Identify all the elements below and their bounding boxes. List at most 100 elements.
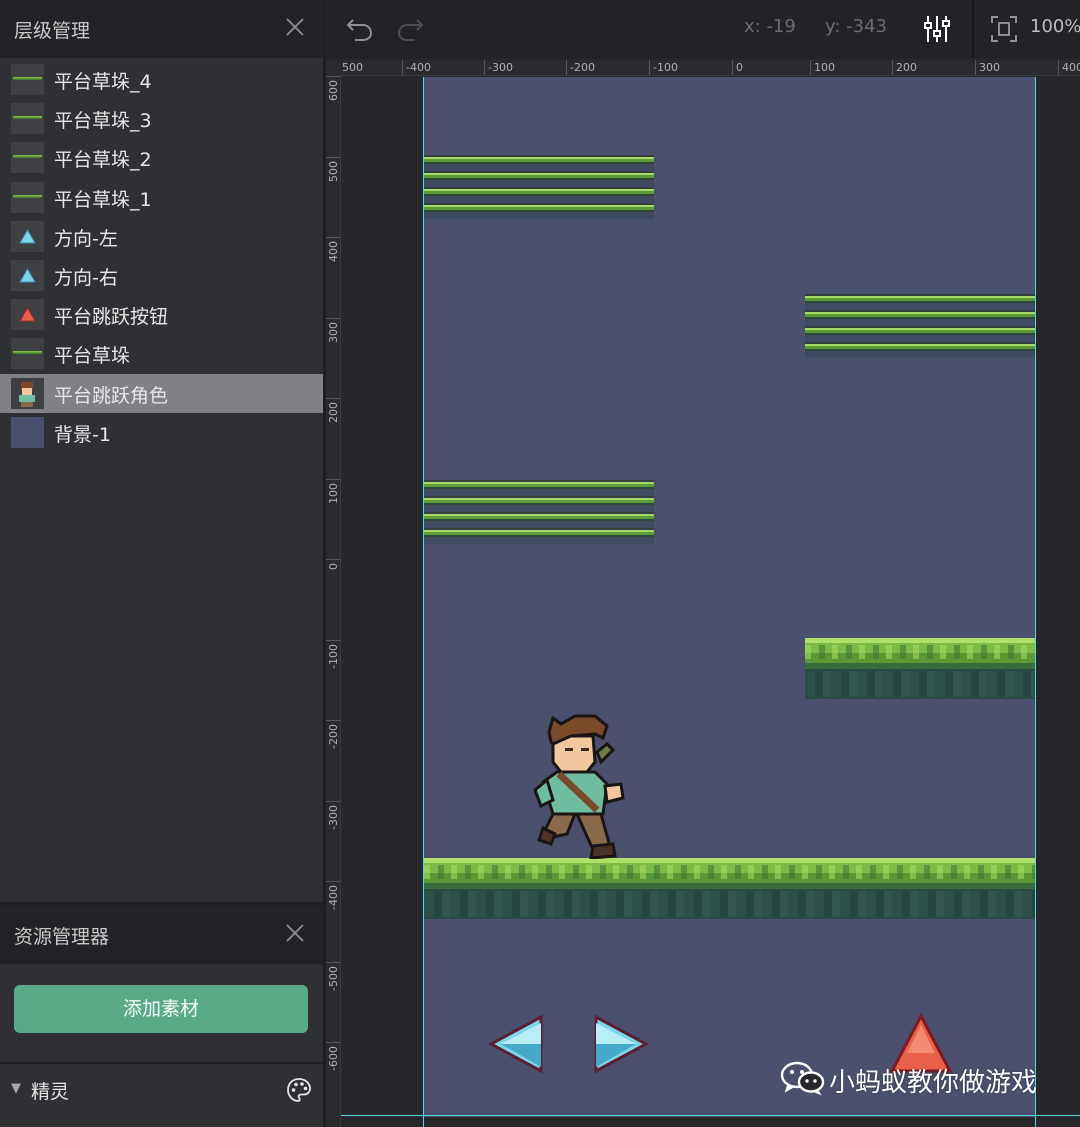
ruler-tick-label: 600 bbox=[327, 80, 340, 101]
ruler-tick: 100 bbox=[810, 60, 835, 75]
left-arrow-button-icon[interactable] bbox=[487, 1013, 545, 1075]
ruler-tick: 200 bbox=[326, 398, 340, 479]
ruler-tick-label: -500 bbox=[327, 965, 340, 991]
blue-triangle-icon bbox=[11, 259, 44, 291]
ruler-tick: 0 bbox=[326, 559, 340, 640]
ruler-tick-label: 200 bbox=[327, 402, 340, 423]
ruler-tick: 500 bbox=[326, 156, 340, 238]
ruler-tick-label: -400 bbox=[406, 61, 431, 74]
layer-item[interactable]: 方向-左 bbox=[0, 217, 323, 256]
ruler-tick-label: 400 bbox=[1062, 61, 1080, 74]
layer-item-label: 平台草垛_3 bbox=[54, 110, 152, 133]
ruler-tick-label: -200 bbox=[570, 61, 595, 74]
layer-item[interactable]: 平台跳跃按钮 bbox=[0, 295, 323, 334]
layer-item-label: 方向-右 bbox=[54, 266, 118, 289]
layer-item[interactable]: 方向-右 bbox=[0, 256, 323, 295]
layer-item[interactable]: 平台草垛_2 bbox=[0, 138, 323, 177]
fit-frame-icon[interactable] bbox=[988, 13, 1020, 45]
caret-down-icon[interactable]: ▼ bbox=[11, 1081, 21, 1096]
zoom-level[interactable]: 100% bbox=[1030, 16, 1080, 37]
layer-item[interactable]: 平台草垛_3 bbox=[0, 99, 323, 138]
grass-thumbnail-icon bbox=[11, 338, 44, 370]
layer-item-label: 平台草垛 bbox=[54, 345, 131, 368]
layer-item[interactable]: 平台草垛 bbox=[0, 334, 323, 373]
grass-thumbnail-icon bbox=[11, 142, 44, 174]
watermark-text: 小蚂蚁教你做游戏 bbox=[829, 1068, 1038, 1098]
layer-item[interactable]: 平台草垛_4 bbox=[0, 60, 323, 99]
ruler-tick: -600 bbox=[326, 1042, 340, 1123]
ruler-tick-label: -400 bbox=[327, 885, 340, 910]
ruler-tick-label: -100 bbox=[653, 61, 678, 74]
stage-guide-left bbox=[423, 77, 424, 1127]
scene-canvas[interactable] bbox=[341, 77, 1080, 1127]
ruler-tick: -100 bbox=[326, 639, 340, 721]
ruler-tick: -500 bbox=[326, 961, 340, 1043]
layers-panel-header: 层级管理 bbox=[0, 0, 323, 58]
ruler-tick-label: -600 bbox=[327, 1046, 340, 1071]
ruler-tick: -300 bbox=[326, 800, 340, 882]
ruler-tick-label: 0 bbox=[327, 563, 340, 570]
ruler-tick: 400 bbox=[1058, 60, 1080, 75]
layer-item-label: 平台草垛_2 bbox=[54, 149, 152, 172]
ruler-corner bbox=[326, 60, 340, 76]
layers-panel-title: 层级管理 bbox=[14, 20, 91, 42]
palette-icon[interactable] bbox=[286, 1077, 312, 1103]
platform-grass-3[interactable] bbox=[805, 294, 1035, 358]
ruler-tick-label: 100 bbox=[327, 482, 340, 504]
right-arrow-button-icon[interactable] bbox=[592, 1013, 650, 1075]
background-thumbnail-icon bbox=[11, 416, 44, 448]
platform-grass-ground[interactable] bbox=[424, 855, 1035, 919]
layer-item-label: 平台草垛_1 bbox=[54, 188, 152, 211]
stage-guide-right bbox=[1035, 77, 1036, 1127]
layer-list: 平台草垛_4 平台草垛_3 平台草垛_2 平台草垛_1 方向-左方向-右平台跳跃按钮 平台… bbox=[0, 60, 323, 452]
ruler-tick: 600 bbox=[326, 76, 340, 157]
ruler-tick: 200 bbox=[892, 60, 917, 75]
add-asset-button[interactable]: 添加素材 bbox=[14, 985, 308, 1033]
layer-item-label: 平台跳跃按钮 bbox=[54, 306, 169, 329]
ruler-tick: -300 bbox=[484, 60, 513, 75]
ruler-tick-label: -300 bbox=[327, 804, 340, 830]
grass-thumbnail-icon bbox=[11, 103, 44, 135]
ruler-tick: 300 bbox=[975, 60, 1000, 75]
undo-icon[interactable] bbox=[344, 13, 376, 45]
platform-grass-4[interactable] bbox=[424, 155, 654, 219]
platform-grass-1[interactable] bbox=[805, 635, 1035, 699]
ruler-tick-label: 0 bbox=[736, 61, 743, 74]
ruler-tick-label: 400 bbox=[327, 241, 340, 262]
ruler-tick-label: 300 bbox=[979, 61, 1000, 74]
assets-panel-header: 资源管理器 bbox=[0, 906, 323, 964]
assets-panel-title: 资源管理器 bbox=[14, 926, 110, 948]
layer-item[interactable]: 平台草垛_1 bbox=[0, 178, 323, 217]
ruler-tick-label: 200 bbox=[896, 61, 917, 74]
ruler-tick-label: -200 bbox=[327, 724, 340, 749]
layer-item-label: 平台草垛_4 bbox=[54, 71, 152, 93]
redo-icon[interactable] bbox=[394, 13, 426, 45]
ruler-tick-label: 100 bbox=[814, 61, 835, 74]
layer-item-label: 平台跳跃角色 bbox=[54, 384, 169, 407]
ruler-tick: -100 bbox=[649, 60, 678, 75]
sliders-icon[interactable] bbox=[921, 13, 953, 45]
ruler-tick: -200 bbox=[326, 720, 340, 801]
platform-grass-2[interactable] bbox=[424, 480, 654, 544]
layer-item[interactable]: 背景-1 bbox=[0, 413, 323, 452]
close-icon[interactable] bbox=[284, 16, 306, 38]
horizontal-ruler: 500 -400 -300 -200 -100 0 100 200 300 400 bbox=[340, 60, 1080, 76]
ruler-tick-label: 300 bbox=[327, 321, 340, 343]
stage-background bbox=[424, 77, 1035, 1117]
ruler-tick-label: 500 bbox=[327, 160, 340, 182]
ruler-tick: 0 bbox=[732, 60, 743, 75]
left-panel: 层级管理 平台草垛_4 平台草垛_3 平台草垛_2 平台草垛_1 方向-左方向-右平台跳… bbox=[0, 0, 323, 1127]
ruler-tick: 300 bbox=[326, 317, 340, 399]
ruler-tick-label: -300 bbox=[488, 61, 513, 74]
layer-item[interactable]: 平台跳跃角色 bbox=[0, 373, 323, 413]
ruler-tick: -200 bbox=[566, 60, 595, 75]
sprite-section[interactable]: ▼ 精灵 bbox=[0, 1064, 323, 1127]
close-icon[interactable] bbox=[284, 922, 306, 944]
ruler-tick: -400 bbox=[326, 881, 340, 962]
ruler-tick: 400 bbox=[326, 237, 340, 318]
player-character-sprite[interactable] bbox=[531, 714, 633, 859]
ruler-tick-label: 500 bbox=[342, 61, 363, 74]
wechat-icon bbox=[780, 1061, 825, 1096]
grass-thumbnail-icon bbox=[11, 64, 44, 95]
editor-toolbar: x: -19 y: -343 100% bbox=[326, 0, 1080, 58]
